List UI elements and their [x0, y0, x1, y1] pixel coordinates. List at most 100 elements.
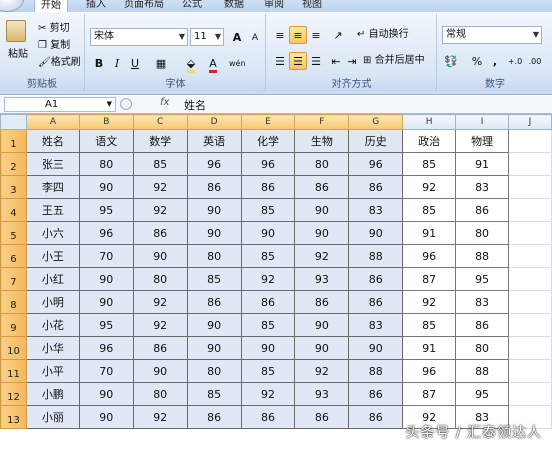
cell[interactable]: 90	[132, 244, 188, 268]
shrink-font-button[interactable]: A	[246, 28, 264, 46]
number-format-combo[interactable]: 常规 ▼	[442, 26, 542, 44]
cell[interactable]: 87	[402, 382, 457, 406]
format-painter-button[interactable]: 🖌格式刷	[38, 54, 81, 72]
cell[interactable]: 90	[78, 382, 134, 406]
cell[interactable]: 86	[186, 290, 242, 314]
column-header[interactable]: E	[240, 114, 296, 130]
align-center-button[interactable]: ☰	[289, 52, 307, 70]
cell[interactable]: 96	[186, 152, 242, 176]
row-header[interactable]: 8	[0, 290, 27, 314]
column-header[interactable]: I	[455, 114, 510, 130]
cell[interactable]: 83	[455, 175, 510, 199]
cell[interactable]	[508, 382, 552, 406]
cell[interactable]: 90	[348, 221, 404, 245]
cell[interactable]: 92	[294, 244, 350, 268]
cell[interactable]: 小红	[25, 267, 80, 291]
wrap-text-button[interactable]: ↵ 自动换行	[357, 26, 409, 44]
cell[interactable]: 92	[132, 198, 188, 222]
cell[interactable]: 李四	[25, 175, 80, 199]
name-box[interactable]: A1 ▼	[4, 97, 116, 112]
cell[interactable]: 95	[78, 198, 134, 222]
column-header[interactable]: H	[402, 114, 457, 130]
cell[interactable]: 张三	[25, 152, 80, 176]
cell[interactable]	[508, 290, 552, 314]
cell[interactable]	[508, 244, 552, 268]
cell[interactable]: 92	[402, 290, 457, 314]
cell[interactable]: 83	[455, 290, 510, 314]
cell[interactable]: 80	[294, 152, 350, 176]
cell[interactable]: 85	[402, 198, 457, 222]
percent-button[interactable]: %	[468, 52, 486, 70]
tab-data[interactable]: 数据	[218, 0, 250, 12]
cell[interactable]	[508, 175, 552, 199]
comma-button[interactable]: ,	[486, 52, 504, 70]
italic-button[interactable]: I	[108, 54, 126, 72]
row-header[interactable]: 1	[0, 129, 27, 153]
row-header[interactable]: 11	[0, 359, 27, 383]
column-header[interactable]: F	[294, 114, 350, 130]
cell[interactable]: 95	[455, 382, 510, 406]
cell[interactable]: 96	[348, 152, 404, 176]
column-header[interactable]: B	[78, 114, 134, 130]
cell[interactable]: 86	[294, 175, 350, 199]
cell[interactable]: 90	[348, 336, 404, 360]
cell[interactable]: 88	[348, 359, 404, 383]
cell[interactable]: 70	[78, 244, 134, 268]
cell[interactable]: 86	[240, 405, 296, 429]
cell[interactable]: 90	[186, 336, 242, 360]
cell[interactable]: 小六	[25, 221, 80, 245]
cell[interactable]: 86	[348, 175, 404, 199]
cell[interactable]: 86	[240, 175, 296, 199]
cell[interactable]	[508, 267, 552, 291]
cell[interactable]: 93	[294, 382, 350, 406]
cell[interactable]: 小鹏	[25, 382, 80, 406]
phonetic-button[interactable]: wén	[228, 54, 246, 72]
cell[interactable]: 化学	[240, 129, 296, 153]
increase-indent-button[interactable]: ⇥	[343, 52, 361, 70]
cell[interactable]: 90	[240, 336, 296, 360]
cell[interactable]: 83	[348, 313, 404, 337]
cell[interactable]: 86	[240, 290, 296, 314]
cell[interactable]: 95	[78, 313, 134, 337]
cell[interactable]: 80	[186, 244, 242, 268]
cell[interactable]: 85	[240, 198, 296, 222]
select-all-corner[interactable]	[0, 114, 27, 130]
row-header[interactable]: 4	[0, 198, 27, 222]
cell[interactable]: 90	[186, 198, 242, 222]
cell[interactable]: 90	[132, 359, 188, 383]
cell[interactable]: 92	[132, 175, 188, 199]
cell[interactable]: 92	[240, 267, 296, 291]
merge-center-button[interactable]: ⊞ 合并后居中	[363, 52, 425, 70]
row-header[interactable]: 7	[0, 267, 27, 291]
paste-button[interactable]: 粘贴	[8, 46, 28, 64]
column-header[interactable]: C	[132, 114, 188, 130]
cell[interactable]	[508, 198, 552, 222]
cell[interactable]: 86	[186, 405, 242, 429]
column-header[interactable]: D	[186, 114, 242, 130]
cell[interactable]: 小花	[25, 313, 80, 337]
cell[interactable]: 91	[402, 221, 457, 245]
cell[interactable]: 小明	[25, 290, 80, 314]
office-button[interactable]	[0, 0, 24, 12]
fill-color-button[interactable]: ⬙	[182, 54, 200, 73]
cell[interactable]: 92	[132, 290, 188, 314]
cell[interactable]: 96	[240, 152, 296, 176]
cell[interactable]: 85	[402, 152, 457, 176]
align-middle-button[interactable]: ≡	[289, 26, 307, 44]
cell[interactable]: 80	[455, 336, 510, 360]
tab-insert[interactable]: 插入	[80, 0, 112, 12]
cell[interactable]: 85	[240, 244, 296, 268]
align-bottom-button[interactable]: ≡	[307, 26, 325, 44]
cell[interactable]: 数学	[132, 129, 188, 153]
cell[interactable]: 80	[132, 382, 188, 406]
cell[interactable]	[508, 221, 552, 245]
cell[interactable]: 90	[294, 198, 350, 222]
cell[interactable]: 88	[455, 359, 510, 383]
cell[interactable]: 96	[78, 336, 134, 360]
row-header[interactable]: 2	[0, 152, 27, 176]
align-top-button[interactable]: ≡	[271, 26, 289, 44]
cell[interactable]: 91	[402, 336, 457, 360]
column-header[interactable]: G	[348, 114, 404, 130]
cut-button[interactable]: ✂ 剪切	[38, 20, 70, 38]
cell[interactable]: 90	[294, 313, 350, 337]
